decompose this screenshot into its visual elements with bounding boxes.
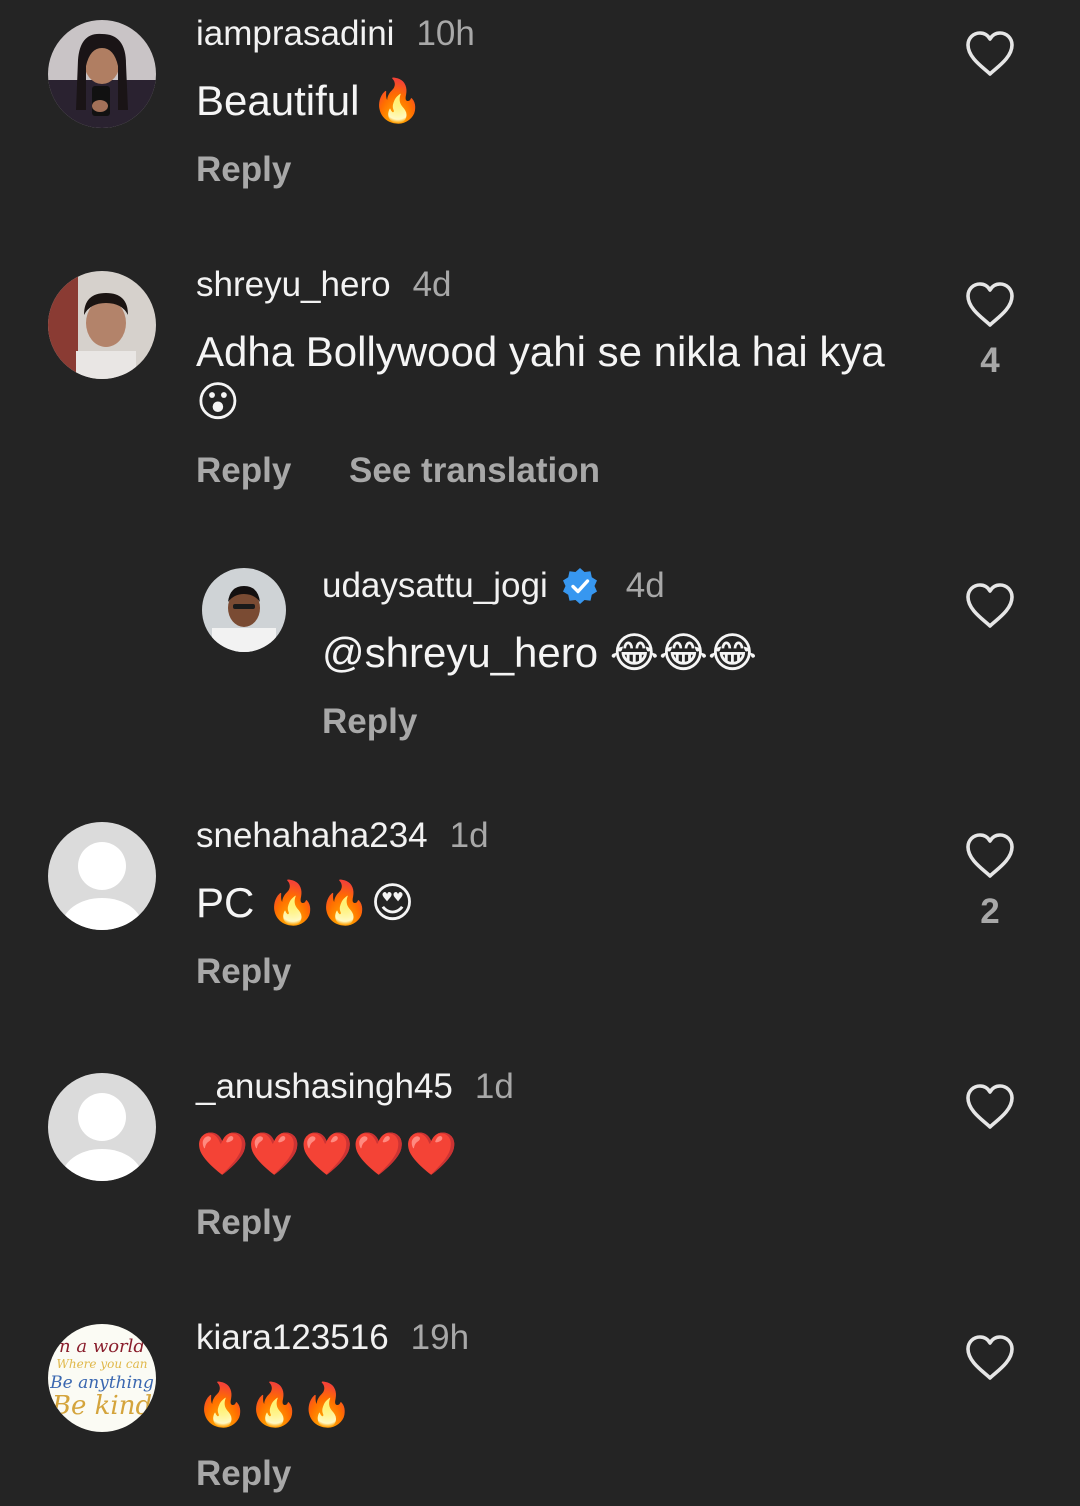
like-button[interactable] — [962, 1334, 1018, 1394]
heart-icon — [966, 1335, 1014, 1380]
avatar-badge-text: Where you can — [57, 1357, 148, 1371]
comment-time: 4d — [412, 265, 452, 304]
comment-username[interactable]: iamprasadini — [196, 10, 394, 58]
reply-button[interactable]: Reply — [196, 1199, 291, 1247]
comment-text: @shreyu_hero 😂😂😂 — [322, 629, 758, 676]
comment-username[interactable]: shreyu_hero — [196, 261, 391, 309]
comment-time: 1d — [449, 816, 489, 855]
comment-time: 10h — [416, 14, 475, 53]
heart-icon — [966, 833, 1014, 878]
like-count: 2 — [980, 892, 1000, 931]
verified-badge-icon — [560, 566, 600, 606]
avatar[interactable] — [48, 271, 156, 379]
heart-icon — [966, 31, 1014, 76]
avatar-badge-text: Be kind — [51, 1391, 152, 1421]
reply-button[interactable]: Reply — [196, 447, 291, 495]
like-button[interactable]: 4 — [962, 281, 1018, 381]
comment-username[interactable]: udaysattu_jogi — [322, 562, 548, 610]
heart-icon — [966, 583, 1014, 628]
reply-button[interactable]: Reply — [196, 146, 291, 194]
comment-time: 1d — [474, 1067, 514, 1106]
heart-icon — [966, 282, 1014, 327]
reply-button[interactable]: Reply — [196, 1450, 291, 1498]
avatar[interactable] — [202, 568, 286, 652]
avatar-badge-text: n a world — [59, 1336, 145, 1357]
like-button[interactable]: 2 — [962, 832, 1018, 932]
comment-text: ❤️❤️❤️❤️❤️ — [196, 1130, 458, 1177]
like-count: 4 — [980, 341, 1000, 380]
like-button[interactable] — [962, 1083, 1018, 1143]
comment-username[interactable]: snehahaha234 — [196, 812, 428, 860]
avatar-badge-text: Be anything — [49, 1373, 154, 1393]
avatar[interactable] — [48, 20, 156, 128]
comment-text: Adha Bollywood yahi se nikla hai kya 😮 — [196, 328, 885, 425]
avatar[interactable]: n a world Where you can Be anything Be k… — [48, 1324, 156, 1432]
see-translation-button[interactable]: See translation — [349, 447, 600, 495]
heart-icon — [966, 1084, 1014, 1129]
comment-time: 19h — [410, 1318, 470, 1357]
comment-username[interactable]: kiara123516 — [196, 1314, 389, 1362]
avatar[interactable] — [48, 822, 156, 930]
comment-text: Beautiful 🔥 — [196, 77, 424, 124]
reply-button[interactable]: Reply — [196, 948, 291, 996]
like-button[interactable] — [962, 30, 1018, 90]
comment-username[interactable]: _anushasingh45 — [196, 1063, 453, 1111]
comment-text: 🔥🔥🔥 — [196, 1381, 353, 1428]
reply-button[interactable]: Reply — [322, 698, 417, 746]
comment-text: PC 🔥🔥😍 — [196, 879, 415, 926]
avatar[interactable] — [48, 1073, 156, 1181]
comment-time: 4d — [625, 566, 665, 605]
like-button[interactable] — [962, 582, 1018, 642]
